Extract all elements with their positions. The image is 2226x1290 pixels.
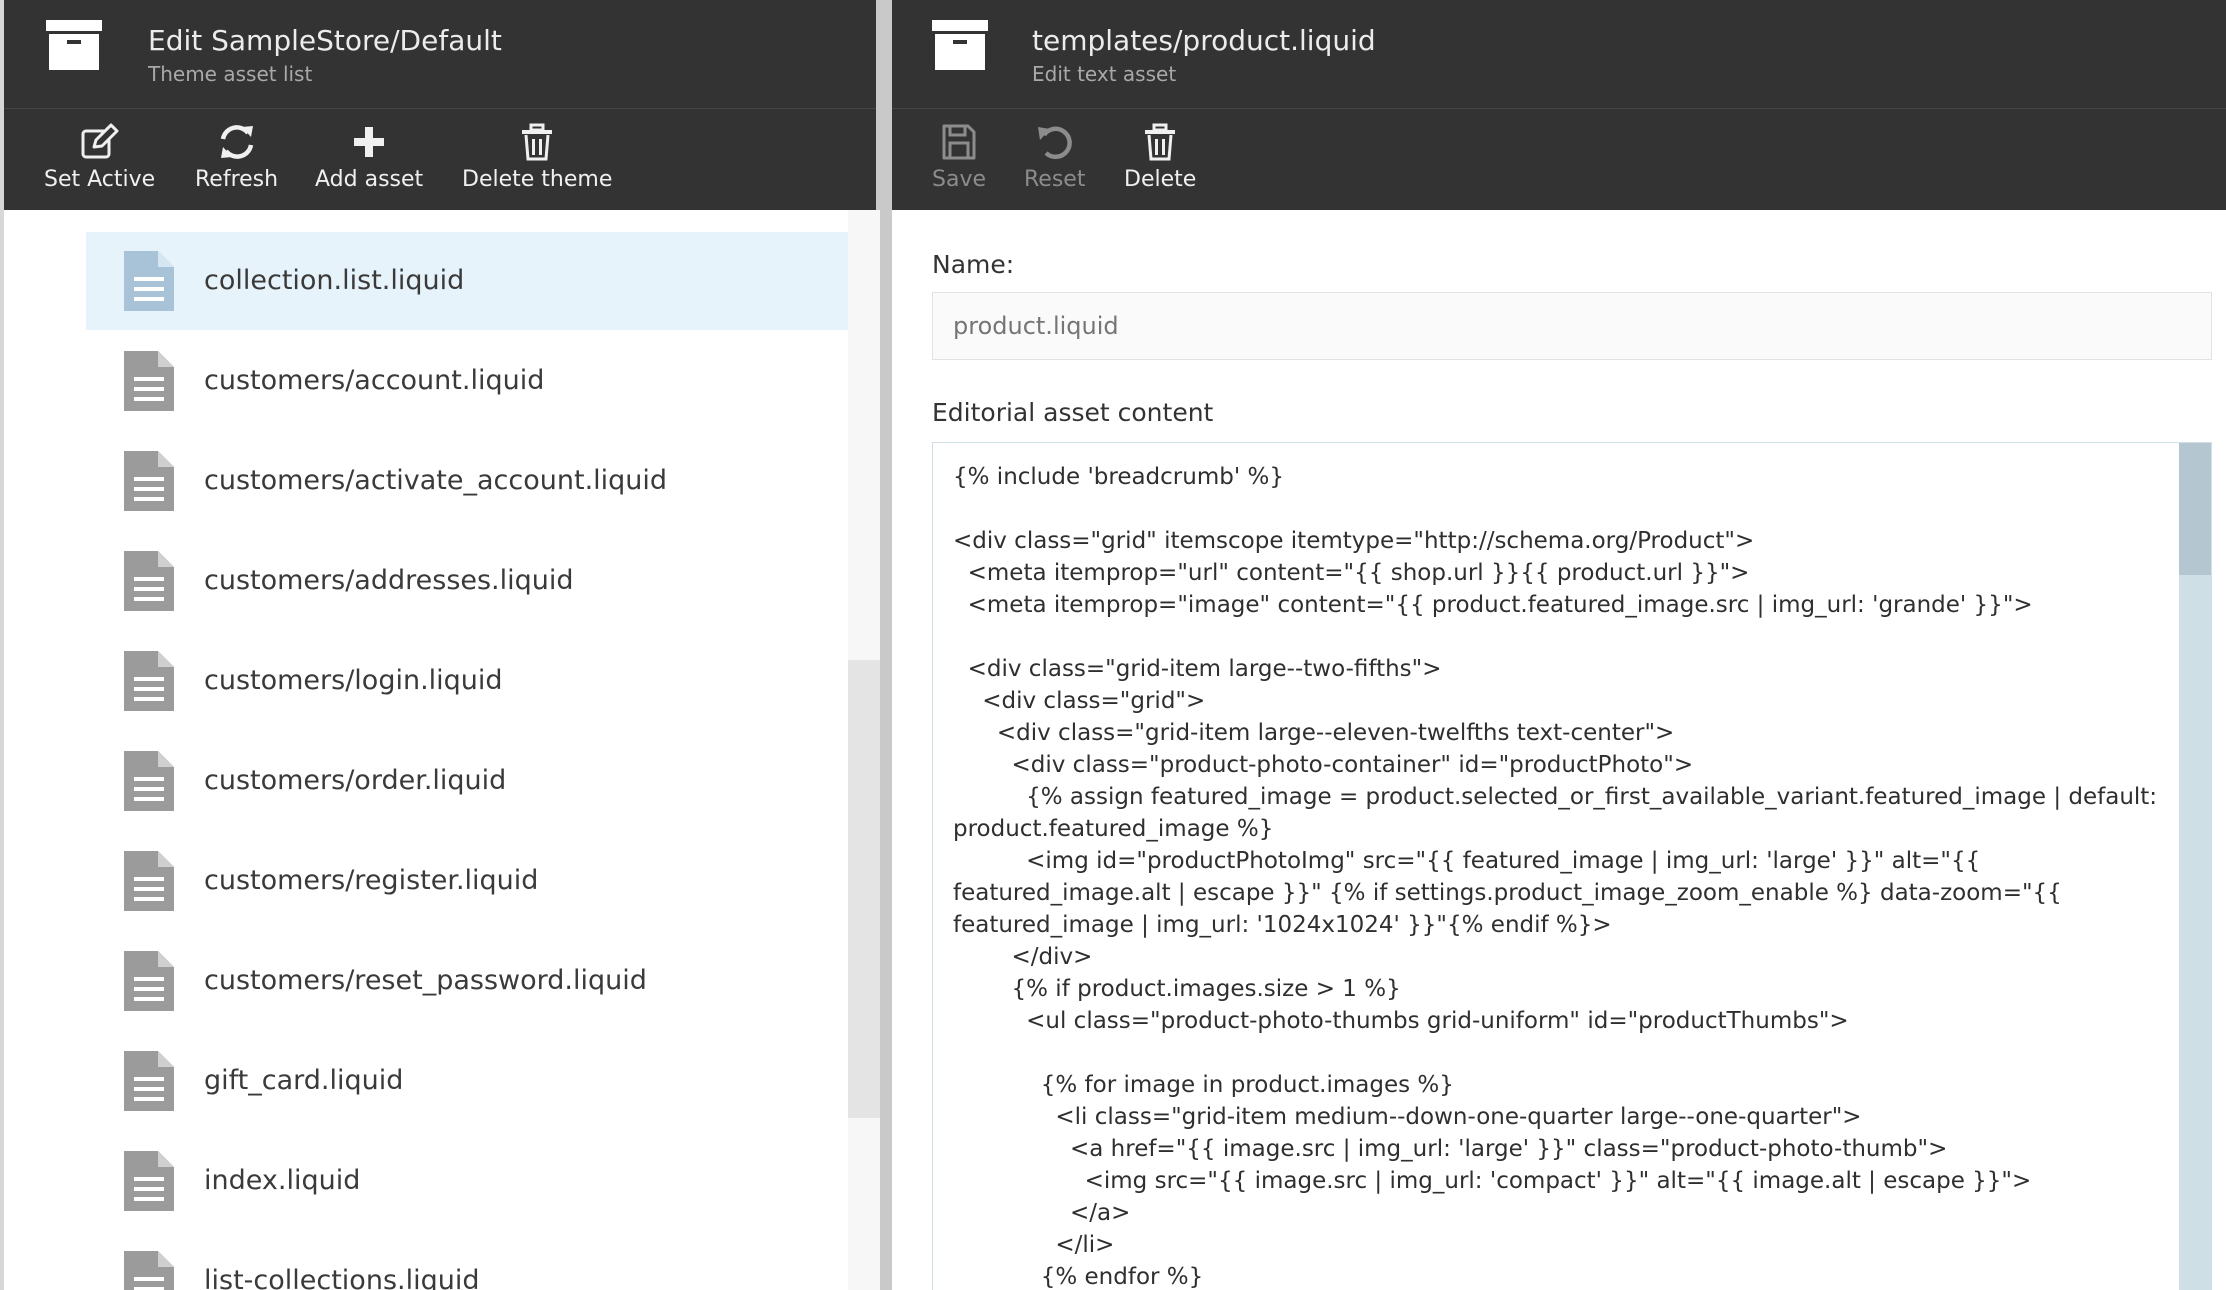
list-item[interactable]: customers/order.liquid xyxy=(86,732,848,830)
content-scroll-thumb[interactable] xyxy=(2179,443,2211,575)
refresh-icon xyxy=(220,125,253,159)
save-button[interactable]: Save xyxy=(932,123,986,192)
delete-theme-button[interactable]: Delete theme xyxy=(462,123,612,192)
edit-icon xyxy=(81,123,119,159)
refresh-label: Refresh xyxy=(195,167,279,192)
asset-content-textarea[interactable]: {% include 'breadcrumb' %} <div class="g… xyxy=(932,442,2212,1290)
file-icon xyxy=(124,451,174,511)
plus-icon xyxy=(354,127,385,157)
list-item[interactable]: index.liquid xyxy=(86,1132,848,1230)
asset-name: gift_card.liquid xyxy=(204,1065,404,1096)
list-item[interactable]: list-collections.liquid xyxy=(86,1232,848,1290)
list-item[interactable]: customers/reset_password.liquid xyxy=(86,932,848,1030)
refresh-button[interactable]: Refresh xyxy=(195,123,278,192)
file-icon xyxy=(124,951,174,1011)
reset-label: Reset xyxy=(1024,167,1086,192)
blade-toolbar: Save Reset Delete xyxy=(892,109,2226,210)
blade-title: Edit SampleStore/Default xyxy=(148,24,502,57)
list-item[interactable]: customers/activate_account.liquid xyxy=(86,432,848,530)
asset-name: customers/register.liquid xyxy=(204,865,539,896)
delete-button[interactable]: Delete xyxy=(1124,123,1196,192)
add-asset-label: Add asset xyxy=(315,167,424,192)
asset-name: collection.list.liquid xyxy=(204,265,465,296)
blade-header: Edit SampleStore/Default Theme asset lis… xyxy=(4,0,876,109)
asset-content-text: {% include 'breadcrumb' %} <div class="g… xyxy=(953,464,2158,1290)
file-icon xyxy=(124,751,174,811)
list-item[interactable]: customers/addresses.liquid xyxy=(86,532,848,630)
blade-title: templates/product.liquid xyxy=(1032,24,1376,57)
delete-theme-label: Delete theme xyxy=(462,167,613,192)
archive-box-icon xyxy=(932,20,988,70)
blade-subtitle: Edit text asset xyxy=(1032,62,1177,86)
list-item[interactable]: collection.list.liquid xyxy=(86,232,848,330)
file-icon xyxy=(124,351,174,411)
file-icon xyxy=(124,251,174,311)
undo-icon xyxy=(1037,126,1072,160)
asset-name: customers/addresses.liquid xyxy=(204,565,574,596)
reset-button[interactable]: Reset xyxy=(1024,123,1085,192)
trash-icon xyxy=(1145,123,1176,161)
save-label: Save xyxy=(932,167,987,192)
blade-header: templates/product.liquid Edit text asset xyxy=(892,0,2226,109)
asset-name: index.liquid xyxy=(204,1165,361,1196)
save-icon xyxy=(942,124,976,160)
file-icon xyxy=(124,1251,174,1290)
content-label: Editorial asset content xyxy=(932,398,1214,427)
name-label: Name: xyxy=(932,250,1015,279)
edit-text-asset-blade: templates/product.liquid Edit text asset… xyxy=(892,0,2226,1290)
file-icon xyxy=(124,1151,174,1211)
list-item[interactable]: customers/login.liquid xyxy=(86,632,848,730)
set-active-label: Set Active xyxy=(44,167,156,192)
list-item[interactable]: gift_card.liquid xyxy=(86,1032,848,1130)
file-icon xyxy=(124,551,174,611)
set-active-button[interactable]: Set Active xyxy=(44,123,155,192)
trash-icon xyxy=(522,123,553,161)
theme-asset-list-blade: Edit SampleStore/Default Theme asset lis… xyxy=(0,0,880,1290)
list-item[interactable]: customers/register.liquid xyxy=(86,832,848,930)
archive-box-icon xyxy=(46,20,102,70)
file-icon xyxy=(124,651,174,711)
asset-name: customers/login.liquid xyxy=(204,665,503,696)
asset-name: customers/activate_account.liquid xyxy=(204,465,668,496)
asset-name: customers/account.liquid xyxy=(204,365,545,396)
asset-name: list-collections.liquid xyxy=(204,1265,480,1290)
blade-subtitle: Theme asset list xyxy=(148,62,313,86)
blade-toolbar: Set Active Refresh Add asset Delete them… xyxy=(4,109,876,210)
delete-label: Delete xyxy=(1124,167,1197,192)
asset-list-scroll-thumb[interactable] xyxy=(848,660,880,1118)
asset-name: customers/reset_password.liquid xyxy=(204,965,647,996)
list-item[interactable]: customers/account.liquid xyxy=(86,332,848,430)
file-icon xyxy=(124,1051,174,1111)
file-icon xyxy=(124,851,174,911)
add-asset-button[interactable]: Add asset xyxy=(315,123,423,192)
name-input[interactable] xyxy=(932,292,2212,360)
asset-list: collection.list.liquid customers/account… xyxy=(4,210,848,1290)
asset-name: customers/order.liquid xyxy=(204,765,507,796)
